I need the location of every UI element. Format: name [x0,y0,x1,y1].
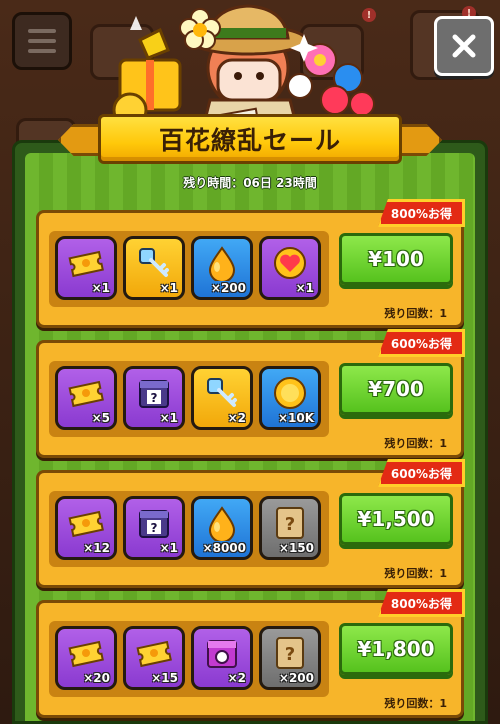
menu-button [12,12,72,70]
reward-item: ×10K [259,366,321,430]
ticket-icon [68,380,104,408]
offer-card: ×20 ×15 ×2 ? ×200 800%お得 ¥1,800 残り回数：1 [36,589,465,718]
svg-text:?: ? [151,391,158,405]
reward-item: ×200 [191,236,253,300]
ticket-icon [136,640,172,668]
offer-card: ×5 ? ×1 ×2 ×10K 600%お得 ¥700 残り回数：1 [36,329,465,458]
sale-title: 百花繚乱セール [158,126,341,155]
mystery-card-icon: ? [276,637,304,669]
remaining-count: 残り回数：1 [384,697,447,710]
offer-card: ×1 ×1 ×200 ×1 800%お得 ¥100 残り回数：1 [36,199,465,328]
remaining-count: 残り回数：1 [384,567,447,580]
reward-item: ×5 [55,366,117,430]
offer-card: ×12 ? ×1 ×8000 ? ×150 600%お得 ¥1,500 残り回数… [36,459,465,588]
ticket-icon [68,250,104,278]
reward-item: ? ×1 [123,496,185,560]
buy-button[interactable]: ¥100 [339,233,453,285]
heart-medal-icon [274,247,306,279]
reward-item: ×8000 [191,496,253,560]
items-tray: ×12 ? ×1 ×8000 ? ×150 [49,491,329,567]
ticket-icon [68,510,104,538]
reward-item: ? ×150 [259,496,321,560]
key-icon [207,378,237,407]
svg-text:?: ? [285,514,295,535]
svg-text:?: ? [151,521,158,535]
remaining-count: 残り回数：1 [384,437,447,450]
reward-item: ? ×1 [123,366,185,430]
close-button[interactable] [434,16,494,76]
close-icon [452,34,476,58]
reward-item: ×15 [123,626,185,690]
reward-item: ? ×200 [259,626,321,690]
coin-icon [274,377,306,409]
value-badge: 800%お得 [377,589,465,617]
svg-text:?: ? [285,644,295,665]
items-tray: ×5 ? ×1 ×2 ×10K [49,361,329,437]
mystery-box-icon: ? [139,510,169,538]
value-badge: 800%お得 [377,199,465,227]
buy-button[interactable]: ¥700 [339,363,453,415]
gem-box-icon [207,640,237,668]
items-tray: ×20 ×15 ×2 ? ×200 [49,621,329,697]
reward-item: ×2 [191,626,253,690]
reward-item: ×20 [55,626,117,690]
key-icon [139,248,169,277]
title-banner: 百花繚乱セール [58,110,442,168]
mystery-card-icon: ? [276,507,304,539]
buy-button[interactable]: ¥1,500 [339,493,453,545]
mystery-box-icon: ? [139,380,169,408]
remaining-time: 残り時間：06日 23時間 [183,176,317,190]
reward-item: ×2 [191,366,253,430]
reward-item: ×1 [55,236,117,300]
ticket-icon [68,640,104,668]
reward-item: ×1 [123,236,185,300]
drop-icon [208,506,236,541]
value-badge: 600%お得 [377,459,465,487]
buy-button[interactable]: ¥1,800 [339,623,453,675]
drop-icon [208,246,236,281]
reward-item: ×1 [259,236,321,300]
reward-item: ×12 [55,496,117,560]
items-tray: ×1 ×1 ×200 ×1 [49,231,329,307]
remaining-count: 残り回数：1 [384,307,447,320]
value-badge: 600%お得 [377,329,465,357]
